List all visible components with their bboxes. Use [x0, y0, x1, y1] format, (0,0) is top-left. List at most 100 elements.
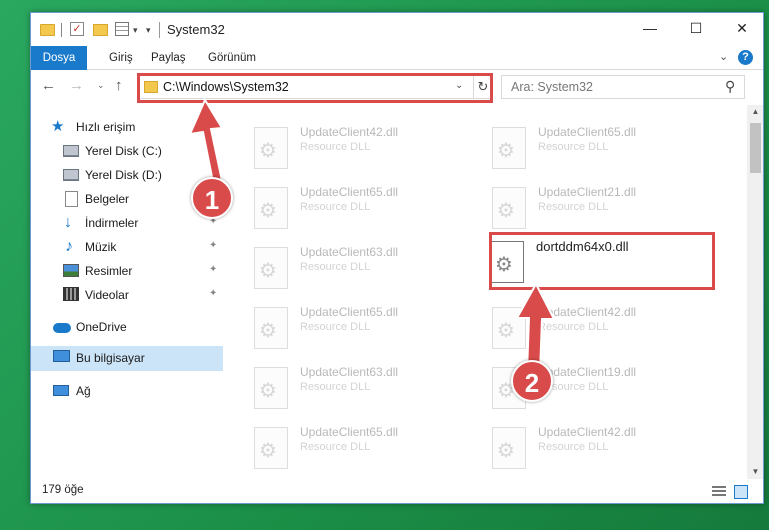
folder-icon [40, 24, 55, 36]
navigation-pane: ★ Hızlı erişim Yerel Disk (C:) ✦ Yerel D… [31, 105, 227, 479]
file-item[interactable]: UpdateClient65.dll Resource DLL [465, 121, 695, 177]
maximize-button[interactable]: ☐ [673, 13, 719, 44]
file-type: Resource DLL [300, 141, 371, 153]
videos-icon [63, 287, 79, 301]
help-icon[interactable]: ? [738, 50, 753, 65]
file-name: UpdateClient42.dll [538, 305, 637, 319]
file-type: Resource DLL [538, 441, 609, 453]
cloud-icon [53, 323, 71, 333]
download-icon: ↓ [64, 214, 72, 231]
forward-button[interactable]: → [69, 77, 84, 94]
properties-check-icon[interactable]: ✓ [70, 22, 84, 36]
documents-icon [65, 191, 78, 207]
scroll-down-icon[interactable]: ▼ [747, 467, 763, 476]
file-name: UpdateClient42.dll [538, 425, 637, 439]
scrollbar-thumb[interactable] [750, 123, 761, 173]
recent-locations-icon[interactable]: ⌄ [97, 80, 105, 91]
file-type: Resource DLL [300, 381, 371, 393]
file-type: Resource DLL [300, 321, 371, 333]
file-list: UpdateClient42.dll Resource DLL UpdateCl… [227, 105, 747, 479]
new-folder-icon[interactable] [93, 24, 108, 36]
disk-icon [63, 145, 79, 157]
sidebar-item-disk-c[interactable]: Yerel Disk (C:) ✦ [31, 140, 223, 162]
large-icons-view-icon[interactable] [734, 485, 748, 499]
search-icon[interactable]: ⚲ [725, 78, 735, 95]
up-button[interactable]: ↑ [115, 77, 123, 94]
sidebar-item-videos[interactable]: Videolar ✦ [31, 284, 223, 306]
vertical-scrollbar[interactable]: ▲ ▼ [747, 105, 763, 479]
dll-file-icon [492, 427, 526, 469]
dll-file-icon [254, 127, 288, 169]
file-highlight-box [489, 232, 715, 290]
file-item[interactable]: UpdateClient42.dll Resource DLL [465, 301, 695, 357]
sidebar-item-label: OneDrive [76, 320, 127, 334]
sidebar-item-quick-access[interactable]: ★ Hızlı erişim [31, 116, 223, 138]
sidebar-item-disk-d[interactable]: Yerel Disk (D:) ✦ [31, 164, 223, 186]
file-item[interactable]: UpdateClient63.dll Resource DLL [227, 361, 457, 417]
star-icon: ★ [51, 118, 65, 135]
file-type: Resource DLL [300, 201, 371, 213]
file-item[interactable]: UpdateClient63.dll Resource DLL [227, 241, 457, 297]
tab-file[interactable]: Dosya [31, 46, 87, 70]
dll-file-icon [492, 307, 526, 349]
sidebar-item-label: Ağ [76, 384, 91, 398]
step-badge-2: 2 [511, 360, 553, 402]
sidebar-item-label: Videolar [85, 288, 129, 302]
sidebar-item-music[interactable]: ♪ Müzik ✦ [31, 236, 223, 258]
computer-icon [53, 350, 70, 362]
sidebar-item-label: İndirmeler [85, 216, 139, 230]
sidebar-item-label: Yerel Disk (D:) [85, 168, 162, 182]
dll-file-icon [492, 187, 526, 229]
file-item[interactable]: UpdateClient65.dll Resource DLL [227, 301, 457, 357]
dll-file-icon [254, 187, 288, 229]
pin-icon: ✦ [209, 240, 218, 251]
divider [61, 23, 62, 37]
tab-share[interactable]: Paylaş [141, 46, 196, 70]
file-item[interactable]: UpdateClient65.dll Resource DLL [227, 421, 457, 477]
dll-file-icon [254, 307, 288, 349]
sidebar-item-label: Belgeler [85, 192, 130, 206]
file-item[interactable]: UpdateClient19.dll Resource DLL [465, 361, 695, 417]
file-item[interactable]: UpdateClient21.dll Resource DLL [465, 181, 695, 237]
sidebar-item-onedrive[interactable]: OneDrive [31, 316, 223, 338]
file-name: UpdateClient65.dll [300, 305, 399, 319]
address-highlight-box [137, 73, 493, 103]
sidebar-item-label: Bu bilgisayar [76, 351, 145, 365]
file-name: UpdateClient65.dll [300, 425, 399, 439]
network-icon [53, 385, 69, 396]
sidebar-item-network[interactable]: Ağ [31, 380, 223, 402]
tab-view[interactable]: Görünüm [198, 46, 266, 70]
tab-home[interactable]: Giriş [99, 46, 143, 70]
expand-ribbon-icon[interactable]: ⌄ [719, 50, 728, 63]
file-type: Resource DLL [538, 141, 609, 153]
sidebar-item-this-pc[interactable]: Bu bilgisayar [31, 346, 223, 371]
sidebar-item-label: Yerel Disk (C:) [85, 144, 162, 158]
scroll-up-icon[interactable]: ▲ [747, 107, 763, 116]
minimize-button[interactable]: — [627, 13, 673, 44]
file-item[interactable]: UpdateClient42.dll Resource DLL [465, 421, 695, 477]
sidebar-item-label: Müzik [85, 240, 117, 254]
file-type: Resource DLL [300, 441, 371, 453]
customize-icon[interactable] [115, 22, 129, 36]
file-type: Resource DLL [300, 261, 371, 273]
close-button[interactable]: ✕ [719, 13, 763, 44]
pin-icon: ✦ [209, 288, 218, 299]
file-item[interactable]: UpdateClient42.dll Resource DLL [227, 121, 457, 177]
divider [159, 22, 160, 38]
file-name: UpdateClient42.dll [300, 125, 399, 139]
item-count: 179 öğe [42, 484, 84, 496]
sidebar-item-downloads[interactable]: ↓ İndirmeler ✦ [31, 212, 223, 234]
file-name: UpdateClient65.dll [538, 125, 637, 139]
details-view-icon[interactable] [712, 486, 726, 498]
disk-icon [63, 169, 79, 181]
ribbon-tabs: Dosya Giriş Paylaş Görünüm ⌄ ? [31, 46, 763, 70]
file-item[interactable]: UpdateClient65.dll Resource DLL [227, 181, 457, 237]
sidebar-item-pictures[interactable]: Resimler ✦ [31, 260, 223, 282]
quick-access-dropdown-icon[interactable]: ▾ [146, 25, 151, 41]
file-type: Resource DLL [538, 321, 609, 333]
search-input[interactable]: Ara: System32 ⚲ [501, 75, 745, 99]
dll-file-icon [254, 427, 288, 469]
chevron-down-icon[interactable]: ▾ [133, 25, 138, 41]
back-button[interactable]: ← [41, 77, 56, 94]
file-name: UpdateClient65.dll [300, 185, 399, 199]
